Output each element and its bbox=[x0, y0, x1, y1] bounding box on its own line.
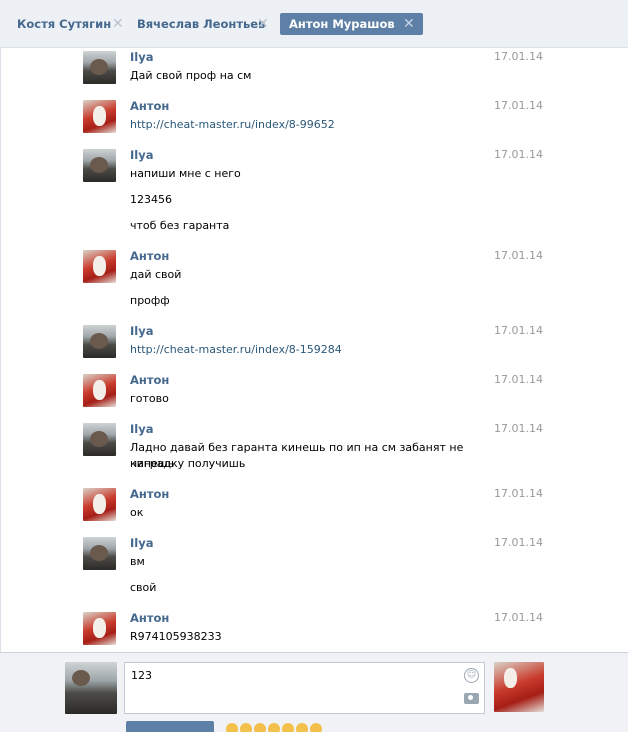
avatar[interactable] bbox=[83, 612, 116, 645]
message-author[interactable]: Антон bbox=[130, 611, 169, 625]
camera-icon[interactable] bbox=[464, 693, 479, 704]
emoji-icon[interactable] bbox=[282, 723, 294, 732]
peer-avatar[interactable] bbox=[494, 662, 544, 712]
my-avatar[interactable] bbox=[65, 662, 117, 714]
tab-label: Вячеслав Леонтьев bbox=[137, 17, 266, 31]
message-author[interactable]: Ilya bbox=[130, 324, 153, 338]
message-author[interactable]: Антон bbox=[130, 373, 169, 387]
message-text: R974105938233 bbox=[130, 630, 222, 643]
message-history[interactable]: Ilya 17.01.14 Дай свой проф на см Антон … bbox=[0, 48, 628, 652]
tab-label: Антон Мурашов bbox=[289, 17, 395, 31]
message-link[interactable]: http://cheat-master.ru/index/8-99652 bbox=[130, 117, 480, 133]
message-date: 17.01.14 bbox=[494, 249, 543, 262]
message-date: 17.01.14 bbox=[494, 422, 543, 435]
message-author[interactable]: Ilya bbox=[130, 536, 153, 550]
divider bbox=[0, 48, 1, 652]
message-text: наградку получишь bbox=[130, 457, 246, 470]
close-icon[interactable]: ✕ bbox=[257, 13, 269, 35]
message-text: вм bbox=[130, 555, 145, 568]
tab-anton[interactable]: Антон Мурашов ✕ bbox=[280, 13, 423, 35]
message-text: 123456 bbox=[130, 193, 172, 206]
smile-icon[interactable]: ☺ bbox=[464, 668, 479, 683]
avatar[interactable] bbox=[83, 100, 116, 133]
message-author[interactable]: Антон bbox=[130, 99, 169, 113]
message-author[interactable]: Ilya bbox=[130, 50, 153, 64]
message-author[interactable]: Ilya bbox=[130, 148, 153, 162]
tab-label: Костя Сутягин bbox=[17, 17, 112, 31]
emoji-icon[interactable] bbox=[268, 723, 280, 732]
dialog-tabs: Костя Сутягин ✕ Вячеслав Леонтьев ✕ Анто… bbox=[0, 0, 628, 48]
message-date: 17.01.14 bbox=[494, 373, 543, 386]
message-input[interactable]: 123 ☺ bbox=[124, 662, 485, 714]
message-text: профф bbox=[130, 294, 170, 307]
avatar[interactable] bbox=[83, 51, 116, 84]
message-date: 17.01.14 bbox=[494, 611, 543, 624]
close-icon[interactable]: ✕ bbox=[112, 13, 124, 35]
message-author[interactable]: Антон bbox=[130, 249, 169, 263]
avatar[interactable] bbox=[83, 149, 116, 182]
message-author[interactable]: Антон bbox=[130, 487, 169, 501]
message-author[interactable]: Ilya bbox=[130, 422, 153, 436]
message-text: дай свой bbox=[130, 268, 182, 281]
tab-vyacheslav[interactable]: Вячеслав Леонтьев ✕ bbox=[131, 13, 269, 35]
emoji-icon[interactable] bbox=[254, 723, 266, 732]
avatar[interactable] bbox=[83, 537, 116, 570]
tab-kostya[interactable]: Костя Сутягин ✕ bbox=[11, 13, 124, 35]
message-date: 17.01.14 bbox=[494, 487, 543, 500]
message-composer: 123 ☺ bbox=[0, 652, 628, 732]
close-icon[interactable]: ✕ bbox=[403, 13, 415, 35]
message-text: готово bbox=[130, 392, 169, 405]
message-text: свой bbox=[130, 581, 157, 594]
avatar[interactable] bbox=[83, 423, 116, 456]
send-button[interactable] bbox=[126, 721, 214, 732]
message-date: 17.01.14 bbox=[494, 536, 543, 549]
message-input-value: 123 bbox=[131, 669, 152, 682]
avatar[interactable] bbox=[83, 488, 116, 521]
message-date: 17.01.14 bbox=[494, 148, 543, 161]
avatar[interactable] bbox=[83, 325, 116, 358]
message-text: ок bbox=[130, 506, 144, 519]
message-text: Дай свой проф на см bbox=[130, 69, 252, 82]
message-text: напиши мне с него bbox=[130, 167, 241, 180]
message-link[interactable]: http://cheat-master.ru/index/8-159284 bbox=[130, 342, 480, 358]
avatar[interactable] bbox=[83, 374, 116, 407]
emoji-icon[interactable] bbox=[296, 723, 308, 732]
emoji-icon[interactable] bbox=[226, 723, 238, 732]
message-text: чтоб без гаранта bbox=[130, 219, 230, 232]
message-date: 17.01.14 bbox=[494, 324, 543, 337]
message-date: 17.01.14 bbox=[494, 50, 543, 63]
avatar[interactable] bbox=[83, 250, 116, 283]
emoji-icon[interactable] bbox=[310, 723, 322, 732]
emoji-bar bbox=[226, 723, 324, 732]
message-date: 17.01.14 bbox=[494, 99, 543, 112]
emoji-icon[interactable] bbox=[240, 723, 252, 732]
